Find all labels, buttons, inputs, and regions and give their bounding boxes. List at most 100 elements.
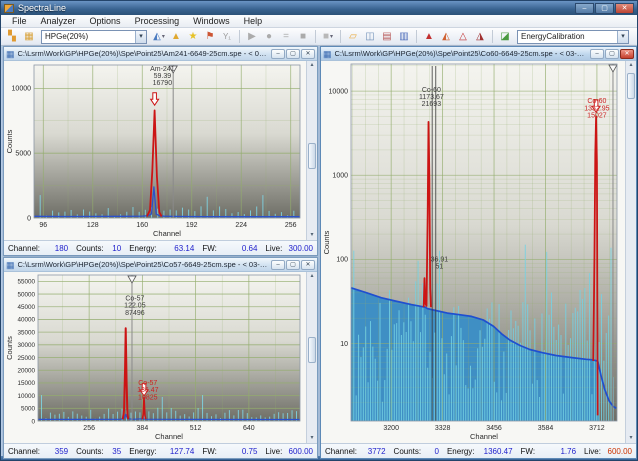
- menu-file[interactable]: File: [5, 15, 34, 27]
- combo-dropdown-icon[interactable]: ▾: [617, 31, 628, 43]
- status-fw-label: FW:: [521, 447, 536, 456]
- dropdown-caret-icon: ▾: [330, 33, 333, 40]
- child-titlebar[interactable]: ▦ C:\Lsrm\Work\GP\HPGe(20%)\Spe\Point25\…: [321, 47, 636, 61]
- status-live-value: 600.00: [289, 447, 313, 456]
- peak-search-button[interactable]: ▲: [421, 29, 437, 44]
- calibration-combo[interactable]: EnergyCalibration ▾: [517, 30, 629, 44]
- calc-button[interactable]: Y₁: [219, 29, 235, 44]
- report-button[interactable]: ▤: [379, 29, 395, 44]
- vertical-scrollbar[interactable]: ▴ ▾: [625, 61, 636, 443]
- svg-text:Co-57136.4710825: Co-57136.4710825: [137, 380, 159, 401]
- peak-clear-button[interactable]: △: [455, 29, 471, 44]
- spectrum-chart-co57[interactable]: Co-57122.0587496Co-57136.471082505000100…: [4, 272, 306, 443]
- scroll-up-icon[interactable]: ▴: [307, 61, 317, 70]
- detector-combo[interactable]: HPGe(20%) ▾: [41, 30, 147, 44]
- child-close-button[interactable]: ✕: [301, 260, 315, 270]
- toolbar-separator: [416, 30, 417, 43]
- scroll-down-icon[interactable]: ▾: [626, 434, 636, 443]
- status-channel-value: 180: [55, 244, 68, 253]
- status-counts-label: Counts:: [76, 244, 104, 253]
- child-minimize-button[interactable]: –: [271, 260, 285, 270]
- copy-button[interactable]: ▥: [396, 29, 412, 44]
- svg-text:40000: 40000: [17, 317, 35, 324]
- vertical-scrollbar[interactable]: ▴ ▾: [306, 272, 317, 443]
- child-titlebar[interactable]: ▦ C:\Lsrm\Work\GP\HPGe(20%)\Spe\Point25\…: [4, 47, 317, 61]
- scrollbar-thumb[interactable]: [308, 143, 316, 169]
- spectrum-peak-button[interactable]: ▲: [168, 29, 184, 44]
- report-icon: ▤: [382, 30, 391, 44]
- table-button[interactable]: ▦: [21, 29, 37, 44]
- toolbar: ▚ ▦ HPGe(20%) ▾ ◭▾ ▲ ★ ⚑ Y₁ ▶ ● = ■ ■▾ ▱…: [1, 28, 637, 46]
- status-energy-value: 63.14: [174, 244, 194, 253]
- svg-text:15000: 15000: [17, 380, 35, 387]
- combo-dropdown-icon[interactable]: ▾: [135, 31, 146, 43]
- scroll-up-icon[interactable]: ▴: [307, 272, 317, 281]
- scroll-down-icon[interactable]: ▾: [307, 434, 317, 443]
- spectrum-chart-co60[interactable]: Co-601173.6721693Co-601332.951502736.915…: [321, 61, 625, 443]
- svg-text:128: 128: [87, 222, 99, 229]
- svg-text:640: 640: [243, 425, 255, 432]
- nuclide-button[interactable]: ◮: [472, 29, 488, 44]
- status-counts-label: Counts:: [394, 447, 422, 456]
- svg-text:20000: 20000: [17, 368, 35, 375]
- stop-icon: ■: [300, 30, 306, 44]
- application-window: SpectraLine – ▢ ✕ File Analyzer Options …: [0, 0, 638, 461]
- svg-text:55000: 55000: [17, 279, 35, 286]
- record-button[interactable]: ●: [261, 29, 277, 44]
- peak-area-button[interactable]: ◭: [438, 29, 454, 44]
- minimize-button[interactable]: –: [575, 3, 594, 14]
- scroll-down-icon[interactable]: ▾: [307, 231, 317, 240]
- stop-mode-button[interactable]: ■▾: [320, 29, 336, 44]
- mdi-area: ▦ C:\Lsrm\Work\GP\HPGe(20%)\Spe\Point25\…: [1, 46, 637, 456]
- menu-options[interactable]: Options: [83, 15, 128, 27]
- spectrum-chart-am241[interactable]: Am-24159.3916790050001000096128160192224…: [4, 61, 306, 240]
- scroll-up-icon[interactable]: ▴: [626, 61, 636, 70]
- menu-help[interactable]: Help: [237, 15, 270, 27]
- copy-icon: ▥: [399, 30, 408, 44]
- status-fw-value: 0.75: [242, 447, 258, 456]
- child-close-button[interactable]: ✕: [301, 49, 315, 59]
- status-live-value: 600.00: [608, 447, 632, 456]
- svg-text:45000: 45000: [17, 304, 35, 311]
- save-icon: ◫: [365, 30, 374, 44]
- vertical-scrollbar[interactable]: ▴ ▾: [306, 61, 317, 240]
- peak-clear-icon: △: [459, 30, 467, 44]
- svg-text:10000: 10000: [17, 393, 35, 400]
- plot-area: Co-601173.6721693Co-601332.951502736.915…: [321, 61, 636, 443]
- svg-text:3456: 3456: [486, 425, 502, 432]
- svg-text:25000: 25000: [17, 355, 35, 362]
- status-energy-label: Energy:: [129, 447, 157, 456]
- menu-analyzer[interactable]: Analyzer: [34, 15, 83, 27]
- detector-view-button[interactable]: ◭▾: [151, 29, 167, 44]
- scrollbar-thumb[interactable]: [627, 73, 635, 99]
- child-restore-button[interactable]: ▢: [286, 260, 300, 270]
- open-file-button[interactable]: ▱: [345, 29, 361, 44]
- child-close-button[interactable]: ✕: [620, 49, 634, 59]
- close-button[interactable]: ✕: [615, 3, 634, 14]
- config-button[interactable]: ▚: [4, 29, 20, 44]
- save-button[interactable]: ◫: [362, 29, 378, 44]
- svg-text:10000: 10000: [12, 86, 32, 93]
- menu-windows[interactable]: Windows: [186, 15, 237, 27]
- menu-processing[interactable]: Processing: [128, 15, 187, 27]
- stop-button[interactable]: ■: [295, 29, 311, 44]
- child-window-title: C:\Lsrm\Work\GP\HPGe(20%)\Spe\Point25\Co…: [335, 49, 587, 58]
- child-titlebar[interactable]: ▦ C:\Lsrm\Work\GP\HPGe(20%)\Spe\Point25\…: [4, 258, 317, 272]
- status-live-label: Live:: [265, 447, 282, 456]
- app-title: SpectraLine: [18, 4, 66, 13]
- peak-flag-button[interactable]: ⚑: [202, 29, 218, 44]
- svg-text:384: 384: [137, 425, 149, 432]
- maximize-button[interactable]: ▢: [595, 3, 614, 14]
- child-minimize-button[interactable]: –: [271, 49, 285, 59]
- star-button[interactable]: ★: [185, 29, 201, 44]
- start-button[interactable]: ▶: [244, 29, 260, 44]
- child-minimize-button[interactable]: –: [590, 49, 604, 59]
- pause-button[interactable]: =: [278, 29, 294, 44]
- scrollbar-thumb[interactable]: [308, 337, 316, 363]
- child-restore-button[interactable]: ▢: [605, 49, 619, 59]
- titlebar[interactable]: SpectraLine – ▢ ✕: [1, 1, 637, 15]
- status-channel-label: Channel:: [325, 447, 357, 456]
- child-restore-button[interactable]: ▢: [286, 49, 300, 59]
- erase-button[interactable]: ◪: [497, 29, 513, 44]
- svg-text:256: 256: [285, 222, 297, 229]
